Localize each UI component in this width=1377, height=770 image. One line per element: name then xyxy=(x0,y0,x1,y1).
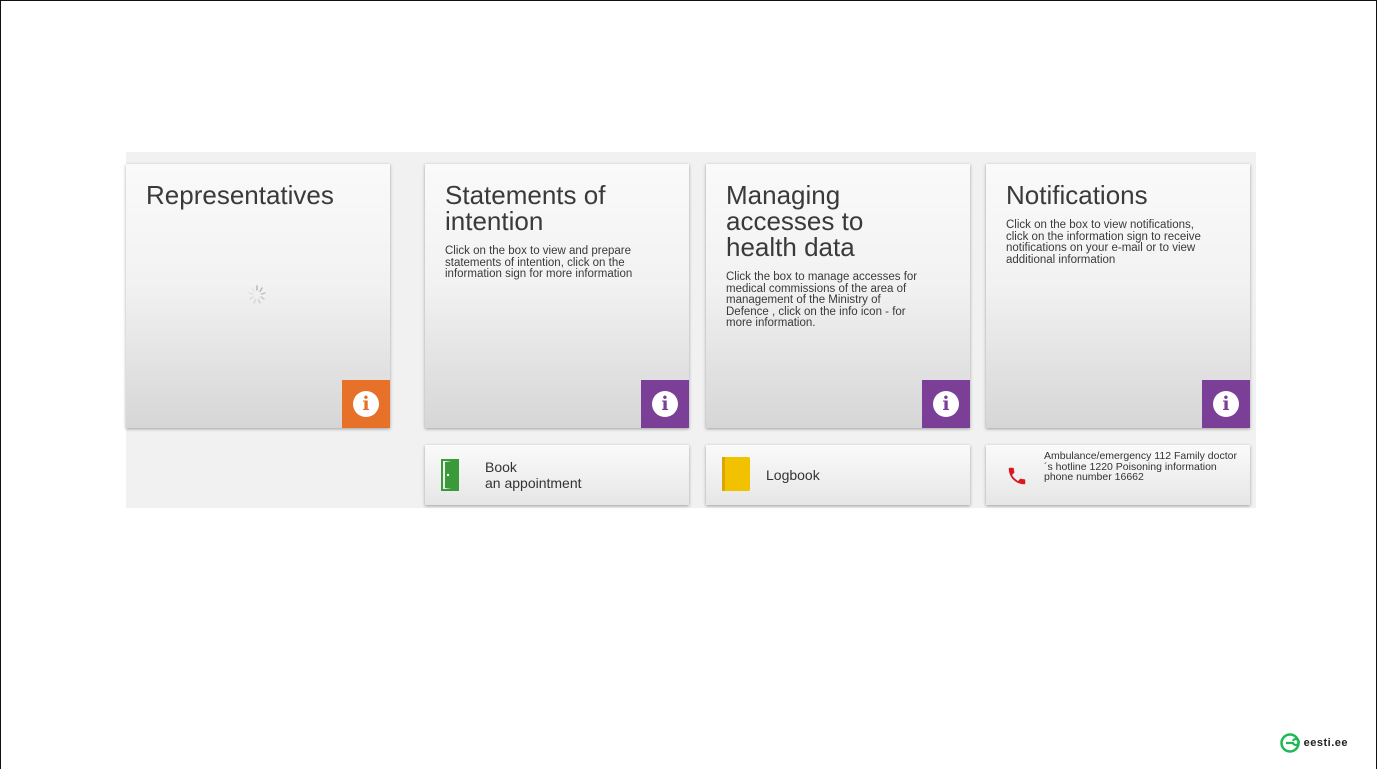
door-icon xyxy=(441,459,459,491)
info-icon: i xyxy=(652,391,678,417)
logbook-button[interactable]: Logbook xyxy=(706,445,970,505)
info-button[interactable]: i xyxy=(342,380,390,428)
page-frame: Representatives i Statements of intentio… xyxy=(0,0,1377,769)
emergency-phones-box[interactable]: Ambulance/emergency 112 Family doctor´s … xyxy=(986,445,1250,505)
logbook-label: Logbook xyxy=(766,467,820,483)
tile-notifications[interactable]: Notifications Click on the box to view n… xyxy=(986,164,1250,428)
tile-representatives[interactable]: Representatives i xyxy=(126,164,390,428)
book-label-line2: an appointment xyxy=(485,475,582,491)
info-button[interactable]: i xyxy=(922,380,970,428)
tile-description: Click on the box to view and prepare sta… xyxy=(445,245,633,280)
tile-managing-accesses[interactable]: Managing accesses to health data Click t… xyxy=(706,164,970,428)
info-icon: i xyxy=(1213,391,1239,417)
info-icon: i xyxy=(933,391,959,417)
tile-title: Statements of intention xyxy=(445,180,606,236)
phone-icon xyxy=(1008,467,1026,485)
book-appointment-button[interactable]: Book an appointment xyxy=(425,445,689,505)
info-button[interactable]: i xyxy=(1202,380,1250,428)
info-button[interactable]: i xyxy=(641,380,689,428)
dashboard-panel: Representatives i Statements of intentio… xyxy=(126,152,1256,508)
logbook-icon xyxy=(722,457,750,491)
tile-statements-of-intention[interactable]: Statements of intention Click on the box… xyxy=(425,164,689,428)
brand-icon xyxy=(1279,733,1300,753)
loading-spinner-icon xyxy=(248,285,266,304)
emergency-phones-text: Ambulance/emergency 112 Family doctor´s … xyxy=(1044,450,1237,483)
info-icon: i xyxy=(353,391,379,417)
tile-title: Managing accesses to health data xyxy=(726,180,864,262)
tile-title: Notifications xyxy=(1006,180,1148,210)
brand-text: eesti.ee xyxy=(1303,737,1348,749)
tile-description: Click on the box to view notifications, … xyxy=(1006,219,1201,266)
tile-title: Representatives xyxy=(146,180,334,210)
book-label-line1: Book xyxy=(485,459,517,475)
tile-description: Click the box to manage accesses for med… xyxy=(726,271,918,329)
brand-logo: eesti.ee xyxy=(1279,733,1348,753)
